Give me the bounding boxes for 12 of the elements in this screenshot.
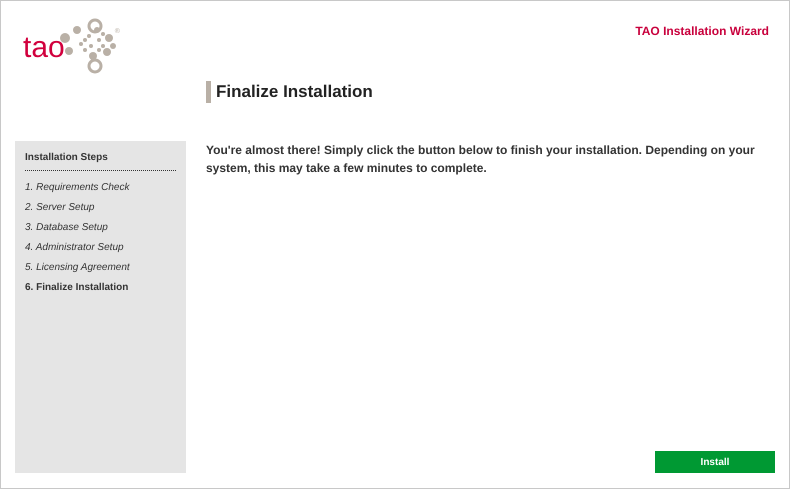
logo-text: tao	[23, 33, 65, 63]
install-button[interactable]: Install	[655, 451, 775, 473]
wizard-title: TAO Installation Wizard	[635, 23, 769, 40]
step-item: 3. Database Setup	[25, 221, 109, 234]
step-item: 1. Requirements Check	[25, 181, 131, 194]
page-heading: Finalize Installation	[206, 81, 373, 103]
step-item: 5. Licensing Agreement	[25, 261, 131, 274]
step-item: 2. Server Setup	[25, 201, 96, 214]
step-item: 6. Finalize Installation	[25, 281, 130, 294]
step-item: 4. Administrator Setup	[25, 241, 125, 254]
sidebar-title: Installation Steps	[25, 150, 176, 171]
message-text: You're almost there! Simply click the button below to finish your installation. Depending on your system, this may take a few minutes to complete.	[206, 142, 755, 177]
